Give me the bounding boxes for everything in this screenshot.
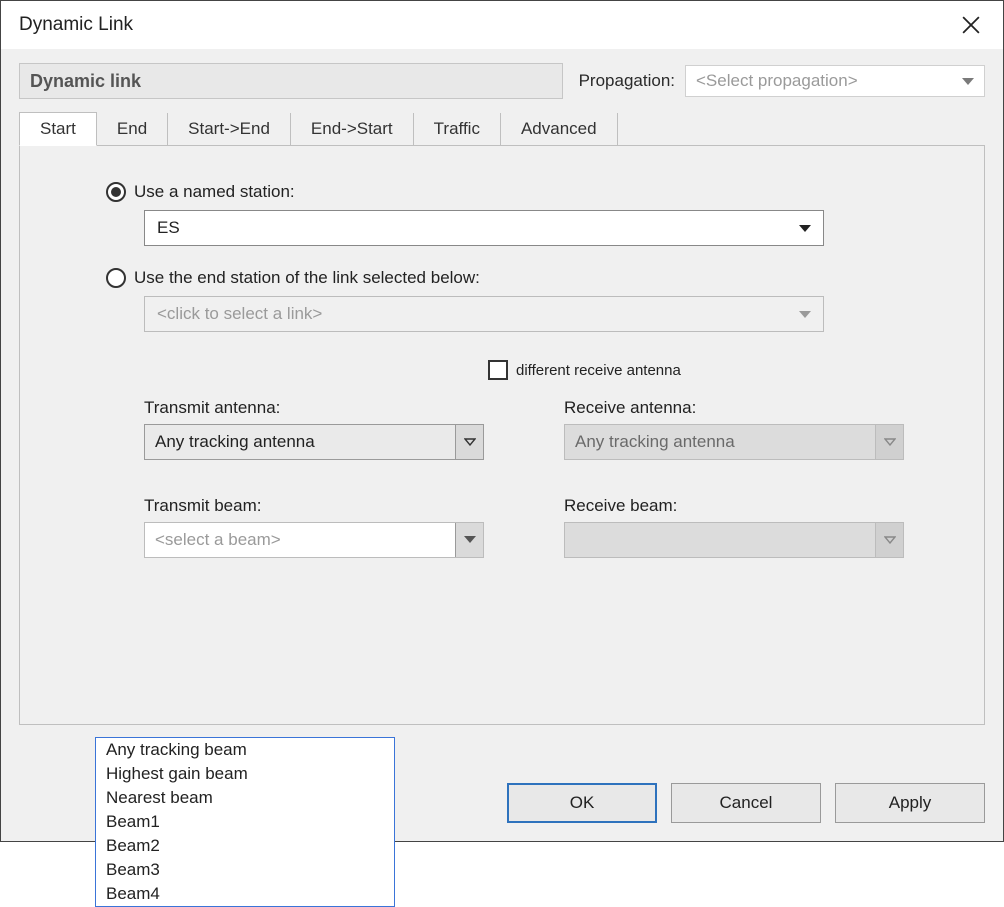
- tab-start-end[interactable]: Start->End: [168, 113, 291, 145]
- tx-antenna-value: Any tracking antenna: [155, 432, 315, 452]
- radio-end-link[interactable]: [106, 268, 126, 288]
- window-title: Dynamic Link: [19, 14, 953, 36]
- dialog-window: Dynamic Link Dynamic link Propagation: <…: [0, 0, 1004, 842]
- chevron-down-icon: [455, 523, 483, 557]
- propagation-placeholder: <Select propagation>: [696, 71, 858, 91]
- tab-pane-start: Use a named station: ES Use the end stat…: [19, 145, 985, 725]
- tab-advanced[interactable]: Advanced: [501, 113, 618, 145]
- tx-beam-label: Transmit beam:: [144, 496, 484, 516]
- radio-named-station-row: Use a named station:: [106, 182, 936, 202]
- tx-beam-option[interactable]: Beam1: [96, 810, 394, 834]
- different-rx-row: different receive antenna: [488, 360, 936, 380]
- rx-beam-block: Receive beam:: [564, 496, 904, 558]
- tx-beam-option[interactable]: Any tracking beam: [96, 738, 394, 762]
- chevron-down-icon: [875, 523, 903, 557]
- tab-end[interactable]: End: [97, 113, 168, 145]
- different-rx-label: different receive antenna: [516, 362, 681, 379]
- tab-end-start[interactable]: End->Start: [291, 113, 414, 145]
- client-area: Dynamic link Propagation: <Select propag…: [1, 49, 1003, 841]
- rx-beam-label: Receive beam:: [564, 496, 904, 516]
- tx-antenna-combo[interactable]: Any tracking antenna: [144, 424, 484, 460]
- tx-beam-option[interactable]: Highest gain beam: [96, 762, 394, 786]
- tx-antenna-block: Transmit antenna: Any tracking antenna: [144, 398, 484, 460]
- link-name-field[interactable]: Dynamic link: [19, 63, 563, 99]
- tx-beam-placeholder: <select a beam>: [155, 530, 281, 550]
- rx-antenna-block: Receive antenna: Any tracking antenna: [564, 398, 904, 460]
- chevron-down-icon: [875, 425, 903, 459]
- link-placeholder: <click to select a link>: [157, 304, 322, 324]
- radio-named-station-label: Use a named station:: [134, 182, 295, 202]
- radio-end-link-row: Use the end station of the link selected…: [106, 268, 936, 288]
- chevron-down-icon: [962, 71, 974, 91]
- propagation-combo[interactable]: <Select propagation>: [685, 65, 985, 97]
- chevron-down-icon: [799, 218, 811, 238]
- cancel-button[interactable]: Cancel: [671, 783, 821, 823]
- station-value: ES: [157, 218, 180, 238]
- chevron-down-icon: [455, 425, 483, 459]
- dialog-button-row: OK Cancel Apply: [507, 783, 985, 823]
- tx-beam-dropdown-list[interactable]: Any tracking beamHighest gain beamNeares…: [95, 737, 395, 907]
- rx-beam-combo: [564, 522, 904, 558]
- tab-traffic[interactable]: Traffic: [414, 113, 501, 145]
- tab-strip: Start End Start->End End->Start Traffic …: [19, 111, 985, 145]
- tab-start[interactable]: Start: [19, 112, 97, 146]
- header-row: Dynamic link Propagation: <Select propag…: [19, 63, 985, 99]
- rx-antenna-label: Receive antenna:: [564, 398, 904, 418]
- chevron-down-icon: [799, 304, 811, 324]
- tx-beam-option[interactable]: Beam3: [96, 858, 394, 882]
- radio-named-station[interactable]: [106, 182, 126, 202]
- different-rx-checkbox[interactable]: [488, 360, 508, 380]
- tx-beam-combo[interactable]: <select a beam>: [144, 522, 484, 558]
- tx-beam-option[interactable]: Nearest beam: [96, 786, 394, 810]
- antenna-grid: Transmit antenna: Any tracking antenna R…: [144, 398, 936, 460]
- station-combo[interactable]: ES: [144, 210, 824, 246]
- beam-grid: Transmit beam: <select a beam> Receive b…: [144, 496, 936, 558]
- link-combo[interactable]: <click to select a link>: [144, 296, 824, 332]
- titlebar: Dynamic Link: [1, 1, 1003, 49]
- tx-antenna-label: Transmit antenna:: [144, 398, 484, 418]
- close-icon[interactable]: [953, 7, 989, 43]
- rx-antenna-value: Any tracking antenna: [575, 432, 735, 452]
- tx-beam-block: Transmit beam: <select a beam>: [144, 496, 484, 558]
- apply-button[interactable]: Apply: [835, 783, 985, 823]
- rx-antenna-combo: Any tracking antenna: [564, 424, 904, 460]
- radio-end-link-label: Use the end station of the link selected…: [134, 268, 480, 288]
- ok-button[interactable]: OK: [507, 783, 657, 823]
- propagation-label: Propagation:: [579, 71, 675, 91]
- tx-beam-option[interactable]: Beam4: [96, 882, 394, 906]
- tx-beam-option[interactable]: Beam2: [96, 834, 394, 858]
